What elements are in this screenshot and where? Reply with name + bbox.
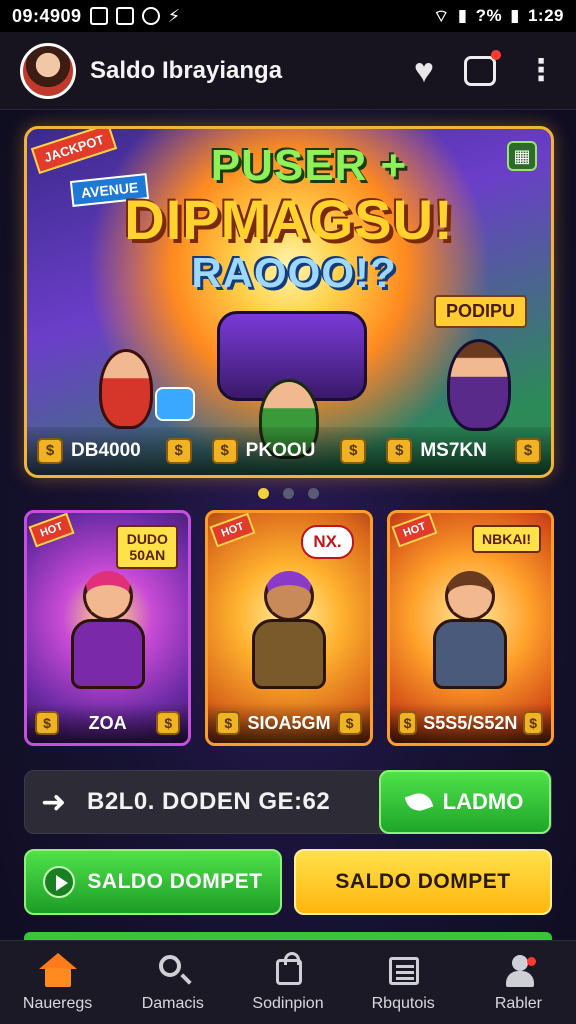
- home-icon: [38, 952, 77, 987]
- nav-label: Damacis: [141, 994, 204, 1012]
- nav-item-home[interactable]: Naueregs: [0, 941, 115, 1024]
- search-icon: [155, 953, 191, 987]
- leaf-icon: [404, 789, 434, 815]
- carousel-dot[interactable]: [282, 488, 294, 499]
- card-character: [53, 561, 163, 701]
- hero-character-right: [447, 339, 511, 431]
- card-character: [234, 561, 344, 701]
- cell-signal-icon: ▮: [457, 6, 468, 25]
- hero-character-left: [99, 349, 153, 429]
- hero-banner[interactable]: JACKPOT AVENUE ▦ PUSER + DIPMAGSU! RAOOO…: [24, 126, 554, 478]
- gallery-icon: [115, 7, 134, 25]
- hero-title-line3: RAOOO!?: [191, 249, 397, 296]
- nav-label: Rabler: [494, 994, 542, 1012]
- saldo-dompet-button-yellow[interactable]: SALDO DOMPET: [294, 849, 552, 915]
- coin-icon: $: [337, 711, 362, 735]
- heart-icon[interactable]: ♥: [414, 54, 434, 88]
- card-tag: HOT: [209, 513, 257, 548]
- coin-icon: $: [37, 438, 63, 464]
- notification-icon: [89, 7, 108, 25]
- card-bubble: NX.: [301, 525, 354, 559]
- card-value: SIOA5GM: [247, 712, 331, 733]
- hero-title-line1: PUSER +: [210, 141, 408, 190]
- card-character: [415, 561, 525, 701]
- hero-stat-value: DB4000: [71, 440, 141, 461]
- hero-title-line2: DIPMAGSU!: [124, 188, 454, 251]
- promo-code-row[interactable]: ➜ B2L0. DODEN GE:62 LADMO: [24, 770, 552, 834]
- coin-icon: $: [515, 438, 542, 464]
- promo-action-button[interactable]: LADMO: [379, 770, 551, 834]
- promo-code-text: B2L0. DODEN GE:62: [87, 788, 331, 815]
- bag-icon: [270, 951, 306, 987]
- app-actions: ♥ ⋮: [414, 49, 556, 88]
- hero-stat: $ PKOOU $: [202, 427, 377, 475]
- bag-icon[interactable]: [464, 49, 501, 86]
- status-time-left: 09:4909: [12, 5, 82, 26]
- carousel-dots: [0, 488, 576, 499]
- hero-stat: $ MS7KN $: [376, 427, 551, 475]
- coin-icon: $: [156, 711, 181, 735]
- hero-gem: [155, 387, 195, 421]
- coin-icon: $: [397, 711, 418, 735]
- app-bar: Saldo Ibrayianga ♥ ⋮: [0, 32, 576, 110]
- nav-item-profile[interactable]: Rabler: [461, 941, 576, 1024]
- hero-stat-value: PKOOU: [245, 440, 316, 461]
- card-footer: $ S5S5/S52N $: [389, 703, 551, 743]
- saldo-buttons: SALDO DOMPET SALDO DOMPET: [24, 849, 552, 915]
- coin-icon: $: [211, 438, 238, 464]
- nav-label: Naueregs: [22, 994, 93, 1012]
- game-card[interactable]: HOT NX. $ SIOA5GM $: [205, 510, 373, 746]
- more-icon[interactable]: ⋮: [526, 55, 556, 86]
- coin-icon: $: [523, 711, 543, 735]
- card-tag: HOT: [391, 513, 438, 548]
- nav-item-search[interactable]: Damacis: [115, 941, 230, 1024]
- game-cards: HOT DUDO 50AN $ ZOA $ HOT NX. $ SIOA5GM …: [24, 510, 554, 746]
- wifi-icon: ⌔: [433, 6, 450, 26]
- promo-button-label: LADMO: [442, 789, 524, 814]
- card-value: S5S5/S52N: [423, 712, 518, 733]
- nav-label: Rbqutois: [371, 994, 435, 1012]
- nav-label: Sodinpion: [252, 994, 324, 1012]
- app-title: Saldo Ibrayianga: [90, 56, 283, 84]
- coin-icon: $: [340, 438, 367, 464]
- hero-stat-value: MS7KN: [420, 440, 487, 461]
- battery-icon: ▮: [510, 6, 520, 25]
- status-time-right: 1:29: [527, 6, 564, 25]
- game-card[interactable]: HOT DUDO 50AN $ ZOA $: [24, 510, 192, 746]
- play-icon: [43, 866, 76, 898]
- card-footer: $ SIOA5GM $: [208, 703, 370, 743]
- bottom-nav: Naueregs Damacis Sodinpion Rbqutois Rabl…: [0, 940, 576, 1024]
- shield-icon: [141, 7, 160, 25]
- coin-icon: $: [35, 711, 59, 735]
- saldo-button-label: SALDO DOMPET: [87, 870, 263, 893]
- card-footer: $ ZOA $: [27, 703, 189, 743]
- card-value: ZOA: [88, 712, 127, 733]
- signal-bolt-icon: ⚡: [167, 5, 181, 26]
- carousel-dot[interactable]: [307, 488, 319, 499]
- list-icon: [385, 953, 421, 987]
- profile-icon: [500, 953, 537, 987]
- coin-icon: $: [216, 711, 241, 735]
- hero-stat: $ DB4000 $: [27, 427, 202, 475]
- hero-stats: $ DB4000 $ $ PKOOU $ $ MS7KN $: [27, 427, 551, 475]
- battery-percent: ?%: [475, 6, 503, 25]
- avatar[interactable]: [20, 42, 76, 99]
- hero-side-label: PODIPU: [433, 295, 527, 328]
- saldo-dompet-button-green[interactable]: SALDO DOMPET: [24, 849, 282, 915]
- status-bar: 09:4909 ⚡ ⌔ ▮ ?% ▮ 1:29: [0, 0, 576, 32]
- saldo-button-label: SALDO DOMPET: [335, 870, 511, 893]
- nav-item-shop[interactable]: Sodinpion: [230, 941, 345, 1024]
- arrow-right-icon: ➜: [41, 785, 67, 819]
- carousel-dot[interactable]: [257, 488, 269, 499]
- coin-icon: $: [165, 438, 192, 464]
- coin-icon: $: [386, 438, 413, 464]
- game-card[interactable]: HOT NBKAI! $ S5S5/S52N $: [386, 510, 554, 746]
- nav-item-list[interactable]: Rbqutois: [346, 941, 461, 1024]
- card-badge: NBKAI!: [471, 525, 541, 553]
- card-tag: HOT: [28, 513, 75, 548]
